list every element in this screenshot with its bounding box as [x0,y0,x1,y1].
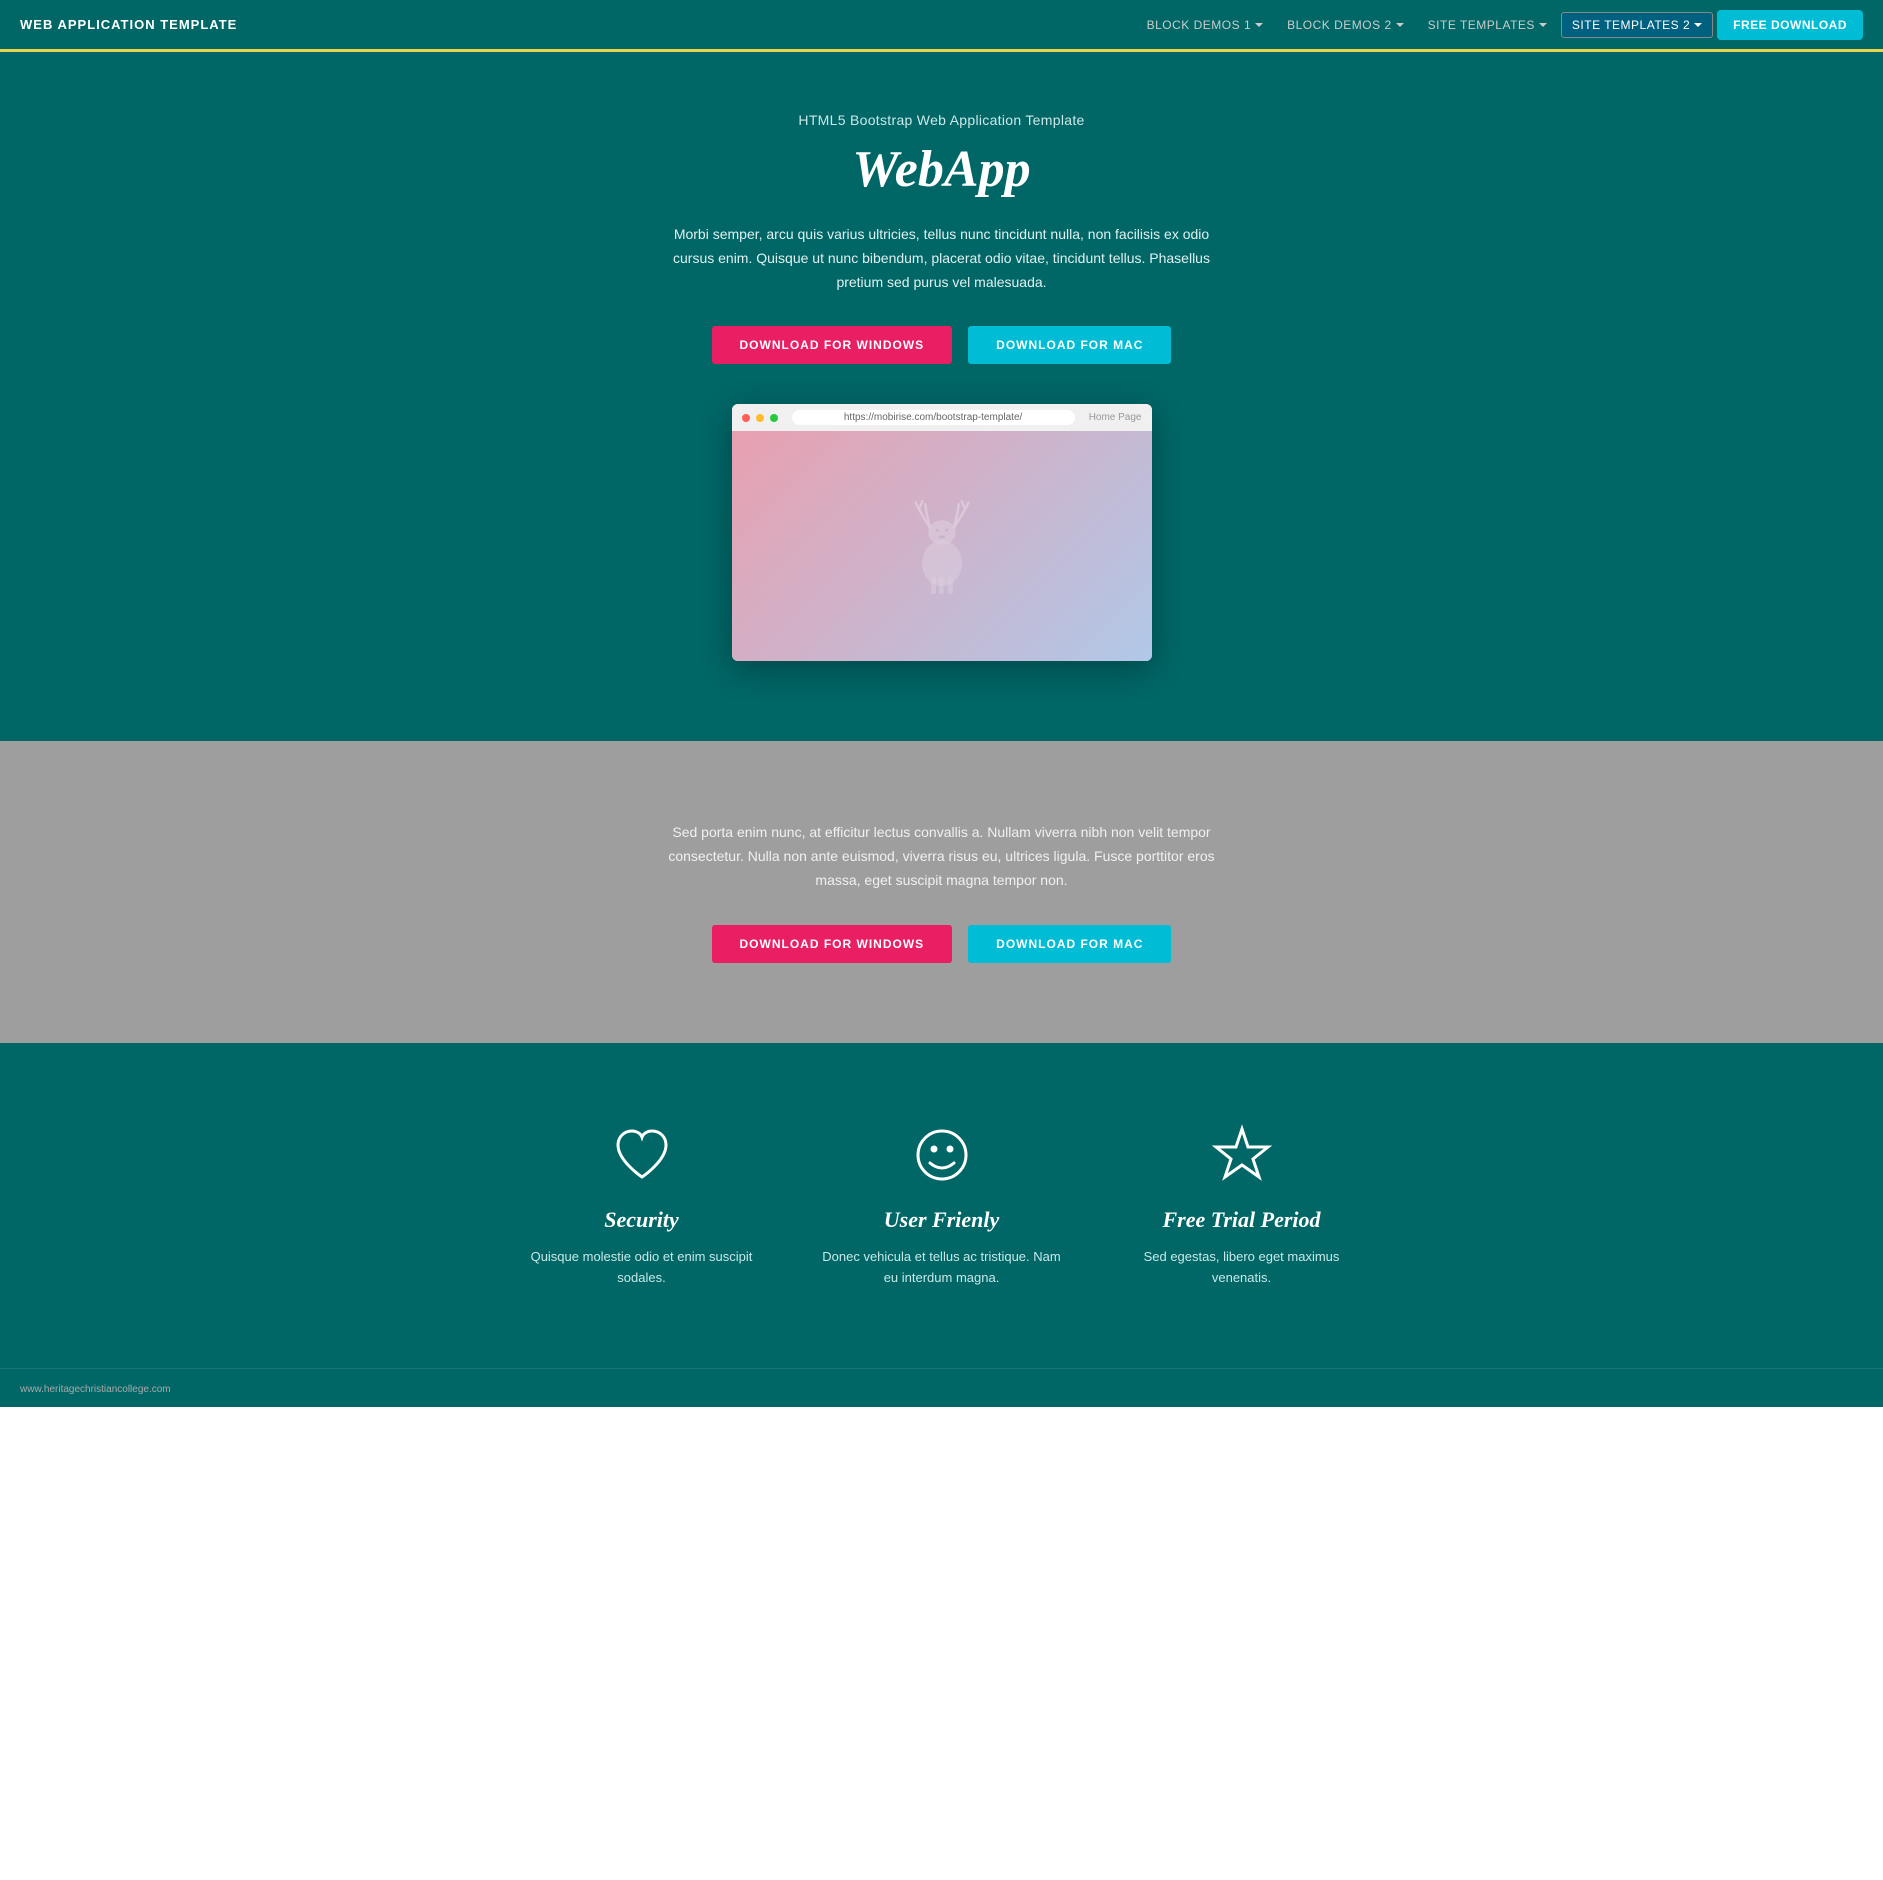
feature-security-title: Security [522,1207,762,1233]
feature-free-trial-title: Free Trial Period [1122,1207,1362,1233]
deer-illustration [902,494,982,599]
gray-download-windows-button[interactable]: DOWNLOAD FOR WINDOWS [712,925,953,963]
caret-icon [1255,23,1263,27]
nav-link-block-demos-1[interactable]: BLOCK DEMOS 1 [1137,12,1274,38]
feature-user-friendly-description: Donec vehicula et tellus ac tristique. N… [822,1247,1062,1289]
smiley-icon [910,1123,974,1187]
heart-icon [610,1123,674,1187]
browser-dot-red [742,414,750,422]
footer-url: www.heritagechristiancollege.com [20,1384,171,1395]
nav-item-block-demos-2[interactable]: BLOCK DEMOS 2 [1277,12,1414,38]
feature-free-trial: Free Trial Period Sed egestas, libero eg… [1122,1123,1362,1289]
gray-section-buttons: DOWNLOAD FOR WINDOWS DOWNLOAD FOR MAC [20,925,1863,963]
download-windows-button[interactable]: DOWNLOAD FOR WINDOWS [712,326,953,364]
hero-buttons: DOWNLOAD FOR WINDOWS DOWNLOAD FOR MAC [20,326,1863,364]
feature-free-trial-description: Sed egestas, libero eget maximus venenat… [1122,1247,1362,1289]
nav-link-site-templates-2[interactable]: SITE TEMPLATES 2 [1561,12,1713,38]
nav-item-block-demos-1[interactable]: BLOCK DEMOS 1 [1137,12,1274,38]
download-mac-button[interactable]: DOWNLOAD FOR MAC [968,326,1171,364]
nav-link-site-templates[interactable]: SITE TEMPLATES [1418,12,1557,38]
navbar-brand: WEB APPLICATION TEMPLATE [20,17,237,32]
free-download-button[interactable]: FREE DOWNLOAD [1717,10,1863,40]
navbar: WEB APPLICATION TEMPLATE BLOCK DEMOS 1 B… [0,0,1883,52]
star-icon [1210,1123,1274,1187]
feature-security: Security Quisque molestie odio et enim s… [522,1123,762,1289]
nav-item-site-templates-2[interactable]: SITE TEMPLATES 2 [1561,12,1713,38]
navbar-nav: BLOCK DEMOS 1 BLOCK DEMOS 2 SITE TEMPLAT… [1137,10,1863,40]
nav-link-block-demos-2[interactable]: BLOCK DEMOS 2 [1277,12,1414,38]
gray-section-description: Sed porta enim nunc, at efficitur lectus… [662,821,1222,892]
gray-section: Sed porta enim nunc, at efficitur lectus… [0,741,1883,1042]
hero-description: Morbi semper, arcu quis varius ultricies… [662,223,1222,294]
caret-icon-4 [1694,23,1702,27]
browser-content [732,431,1152,661]
browser-url: https://mobirise.com/bootstrap-template/ [792,410,1075,425]
caret-icon-2 [1396,23,1404,27]
hero-subtitle: HTML5 Bootstrap Web Application Template [20,112,1863,128]
hero-section: HTML5 Bootstrap Web Application Template… [0,52,1883,741]
browser-dot-yellow [756,414,764,422]
gray-download-mac-button[interactable]: DOWNLOAD FOR MAC [968,925,1171,963]
browser-bar: https://mobirise.com/bootstrap-template/… [732,404,1152,431]
hero-title: WebApp [20,140,1863,199]
nav-item-site-templates[interactable]: SITE TEMPLATES [1418,12,1557,38]
features-section: Security Quisque molestie odio et enim s… [0,1043,1883,1369]
browser-mockup: https://mobirise.com/bootstrap-template/… [732,404,1152,661]
browser-dot-green [770,414,778,422]
browser-home: Home Page [1089,412,1142,423]
footer: www.heritagechristiancollege.com [0,1368,1883,1407]
feature-user-friendly-title: User Frienly [822,1207,1062,1233]
features-grid: Security Quisque molestie odio et enim s… [492,1123,1392,1289]
feature-user-friendly: User Frienly Donec vehicula et tellus ac… [822,1123,1062,1289]
caret-icon-3 [1539,23,1547,27]
feature-security-description: Quisque molestie odio et enim suscipit s… [522,1247,762,1289]
